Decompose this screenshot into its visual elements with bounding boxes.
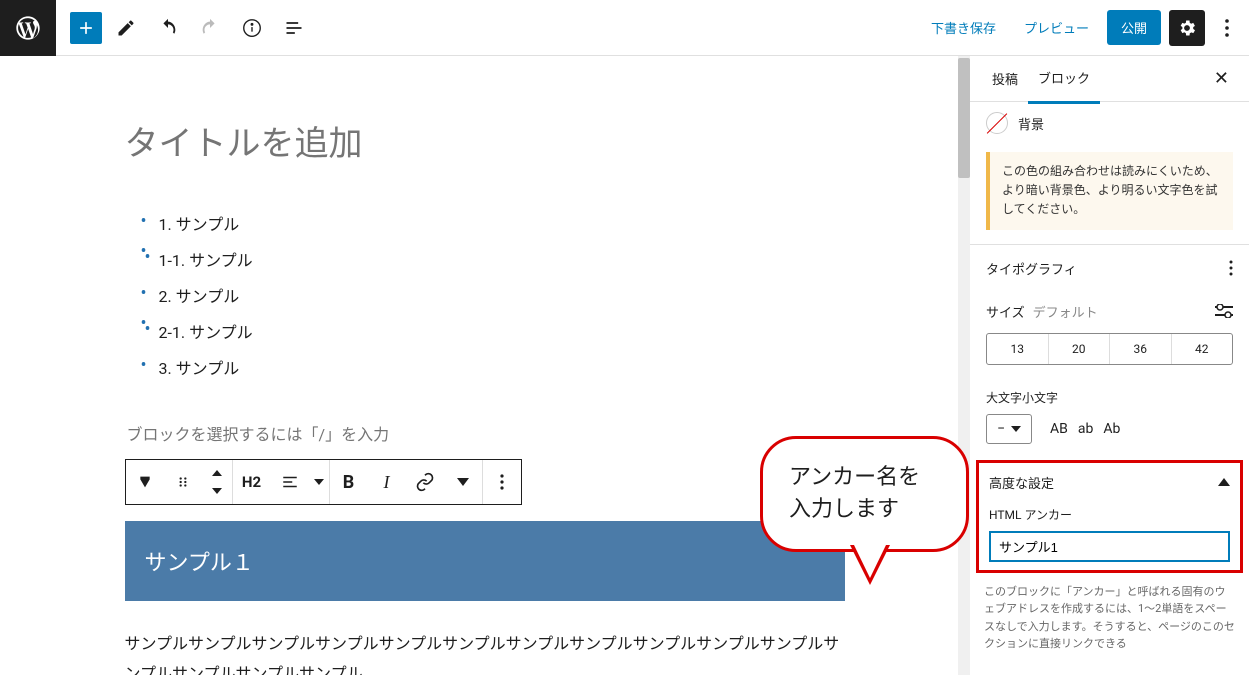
size-option[interactable]: 20 — [1049, 334, 1111, 364]
list-block[interactable]: 1. サンプル 1-1. サンプル 2. サンプル 2-1. サンプル 3. サ… — [125, 205, 845, 385]
callout-text: アンカー名を入力します — [789, 465, 920, 522]
lettercase-label: 大文字小文字 — [986, 389, 1233, 406]
list-item[interactable]: 2-1. サンプル — [159, 313, 845, 349]
sliders-icon — [1215, 304, 1233, 318]
html-anchor-input[interactable] — [989, 531, 1230, 562]
html-anchor-help: このブロックに「アンカー」と呼ばれる固有のウェブアドレスを作成するには、1〜2単… — [970, 573, 1249, 653]
advanced-header-label: 高度な設定 — [989, 473, 1054, 492]
editor-canvas[interactable]: タイトルを追加 1. サンプル 1-1. サンプル 2. サンプル 2-1. サ… — [0, 56, 969, 675]
top-toolbar: 下書き保存 プレビュー 公開 — [0, 0, 1249, 56]
save-draft-button[interactable]: 下書き保存 — [921, 10, 1006, 45]
block-more-button[interactable] — [483, 460, 521, 504]
tab-post[interactable]: 投稿 — [982, 55, 1028, 102]
scrollbar-thumb[interactable] — [958, 58, 970, 178]
list-item[interactable]: 2. サンプル — [159, 277, 845, 313]
font-size-options: 13 20 36 42 — [986, 333, 1233, 365]
move-down-button[interactable] — [202, 482, 232, 498]
callout-tail — [850, 545, 890, 585]
size-label: サイズ — [986, 302, 1025, 321]
italic-button[interactable]: I — [368, 460, 406, 504]
pencil-icon — [116, 18, 136, 38]
heading-level-button[interactable]: H2 — [233, 460, 271, 504]
align-icon — [281, 473, 299, 491]
typography-section-header[interactable]: タイポグラフィ — [970, 244, 1249, 292]
block-placeholder[interactable]: ブロックを選択するには「/」を入力 — [125, 421, 845, 445]
align-dropdown[interactable] — [309, 474, 329, 490]
info-button[interactable] — [234, 10, 270, 46]
sidebar-tabs: 投稿 ブロック ✕ — [970, 56, 1249, 102]
add-block-button[interactable] — [70, 12, 102, 44]
undo-icon — [157, 17, 179, 39]
list-item[interactable]: 3. サンプル — [159, 349, 845, 385]
contrast-warning: この色の組み合わせは読みにくいため、より暗い背景色、より明るい文字色を試してくだ… — [986, 152, 1233, 230]
link-icon — [415, 472, 435, 492]
advanced-toggle[interactable]: 高度な設定 — [989, 473, 1230, 492]
bold-button[interactable]: B — [330, 460, 368, 504]
settings-sidebar: 投稿 ブロック ✕ 背景 この色の組み合わせは読みにくいため、より暗い背景色、よ… — [969, 56, 1249, 675]
settings-button[interactable] — [1169, 10, 1205, 46]
heading-block-icon — [137, 474, 153, 490]
chevron-down-icon — [314, 479, 324, 485]
edit-mode-button[interactable] — [108, 10, 144, 46]
list-item[interactable]: 1-1. サンプル — [159, 241, 845, 277]
outline-button[interactable] — [276, 10, 312, 46]
drag-icon — [176, 475, 190, 489]
kebab-icon — [1225, 19, 1229, 37]
publish-button[interactable]: 公開 — [1107, 10, 1161, 45]
plus-icon — [76, 18, 96, 38]
info-icon — [241, 17, 263, 39]
list-view-icon — [284, 18, 304, 38]
html-anchor-label: HTML アンカー — [989, 506, 1230, 523]
chevron-up-icon — [1218, 478, 1230, 486]
redo-button[interactable] — [192, 10, 228, 46]
chevron-up-icon — [212, 470, 222, 478]
size-option[interactable]: 42 — [1172, 334, 1233, 364]
list-item[interactable]: 1. サンプル — [159, 205, 845, 241]
more-options-button[interactable] — [1213, 10, 1241, 46]
heading-block[interactable]: サンプル１ — [125, 521, 845, 601]
case-dropdown[interactable]: − — [986, 414, 1032, 444]
link-button[interactable] — [406, 460, 444, 504]
format-dropdown[interactable] — [444, 460, 482, 504]
scrollbar-track[interactable] — [958, 56, 970, 675]
redo-icon — [199, 17, 221, 39]
drag-handle[interactable] — [164, 460, 202, 504]
chevron-down-icon — [457, 478, 469, 486]
post-title-input[interactable]: タイトルを追加 — [125, 116, 845, 165]
advanced-settings-panel: 高度な設定 HTML アンカー — [976, 460, 1243, 573]
background-label: 背景 — [1018, 114, 1044, 133]
gear-icon — [1177, 18, 1197, 38]
kebab-icon — [500, 474, 504, 490]
typography-label: タイポグラフィ — [986, 259, 1077, 278]
block-type-button[interactable] — [126, 460, 164, 504]
tab-block[interactable]: ブロック — [1028, 54, 1100, 104]
paragraph-block[interactable]: サンプルサンプルサンプルサンプルサンプルサンプルサンプルサンプルサンプルサンプル… — [125, 629, 845, 675]
chevron-down-icon — [212, 486, 222, 494]
background-color-row[interactable]: 背景 — [970, 102, 1249, 144]
case-option[interactable]: ab — [1078, 421, 1093, 437]
size-option[interactable]: 13 — [987, 334, 1049, 364]
close-sidebar-button[interactable]: ✕ — [1206, 64, 1237, 93]
move-up-button[interactable] — [202, 466, 232, 482]
size-default-label: デフォルト — [1033, 302, 1098, 321]
size-option[interactable]: 36 — [1110, 334, 1172, 364]
undo-button[interactable] — [150, 10, 186, 46]
annotation-callout: アンカー名を入力します — [760, 436, 969, 552]
case-option[interactable]: AB — [1050, 421, 1068, 437]
wordpress-icon — [14, 14, 42, 42]
size-custom-toggle[interactable] — [1215, 304, 1233, 318]
case-option[interactable]: Ab — [1103, 421, 1120, 437]
block-toolbar: H2 B I — [125, 459, 522, 505]
align-button[interactable] — [271, 460, 309, 504]
kebab-icon — [1229, 260, 1233, 276]
preview-button[interactable]: プレビュー — [1014, 10, 1099, 45]
chevron-down-icon — [1011, 426, 1021, 432]
wordpress-logo[interactable] — [0, 0, 56, 56]
no-color-swatch[interactable] — [986, 112, 1008, 134]
